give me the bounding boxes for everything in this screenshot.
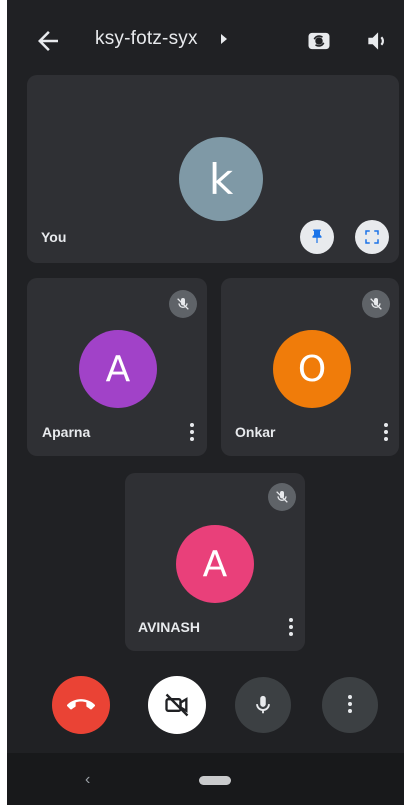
more-options-icon[interactable] [383, 423, 389, 443]
more-options-icon[interactable] [189, 423, 195, 443]
meeting-code[interactable]: ksy-fotz-syx [95, 28, 198, 50]
avatar-initial: A [202, 543, 228, 585]
more-options-icon [347, 695, 353, 715]
pin-icon [312, 229, 322, 243]
microphone-icon [256, 695, 270, 714]
pin-button[interactable] [300, 220, 334, 254]
avatar: O [273, 330, 351, 408]
participant-name: You [41, 229, 67, 245]
system-navigation-bar: ‹ [7, 753, 404, 805]
participant-tile-aparna[interactable]: A Aparna [27, 278, 207, 456]
nav-back-icon[interactable]: ‹ [85, 771, 90, 789]
avatar: A [176, 525, 254, 603]
participant-name: Onkar [235, 424, 276, 440]
end-call-icon [67, 699, 95, 710]
mic-off-icon [268, 483, 296, 511]
more-options-icon[interactable] [288, 618, 294, 638]
participant-name: Aparna [42, 424, 91, 440]
mic-off-icon [362, 290, 390, 318]
camera-toggle-button[interactable] [148, 676, 206, 734]
speaker-icon[interactable] [364, 28, 390, 54]
more-options-button[interactable] [322, 677, 378, 733]
avatar: k [179, 137, 263, 221]
fullscreen-icon [365, 230, 379, 244]
camera-off-icon [165, 693, 189, 717]
mic-off-icon [169, 290, 197, 318]
nav-home-pill[interactable] [199, 776, 231, 785]
switch-camera-icon[interactable] [305, 27, 333, 55]
end-call-button[interactable] [52, 676, 110, 734]
meeting-details-caret-icon[interactable] [221, 34, 227, 44]
microphone-button[interactable] [235, 677, 291, 733]
participant-tile-avinash[interactable]: A AVINASH [125, 473, 305, 651]
avatar-initial: O [297, 348, 327, 390]
fullscreen-button[interactable] [355, 220, 389, 254]
avatar: A [79, 330, 157, 408]
avatar-initial: k [208, 154, 234, 204]
back-arrow-icon[interactable] [33, 26, 63, 56]
participant-tile-you[interactable]: k You [27, 75, 399, 263]
participant-name: AVINASH [138, 619, 200, 635]
avatar-initial: A [105, 348, 131, 390]
top-bar: ksy-fotz-syx [7, 0, 404, 80]
meet-call-screen: ksy-fotz-syx k You A Aparna O Onkar A AV… [7, 0, 404, 805]
participant-tile-onkar[interactable]: O Onkar [221, 278, 399, 456]
